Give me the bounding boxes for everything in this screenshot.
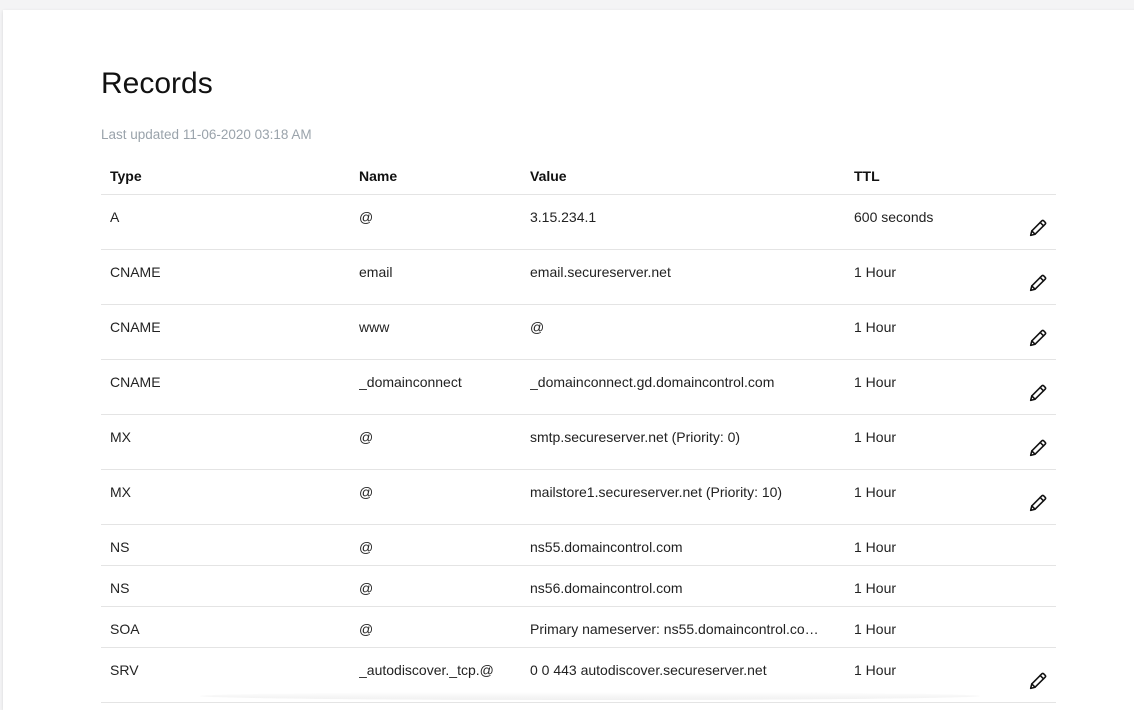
table-row: NS @ ns55.domaincontrol.com 1 Hour — [101, 525, 1056, 566]
record-type: NS — [110, 539, 130, 555]
record-ttl: 1 Hour — [854, 319, 897, 335]
edit-record-button[interactable] — [1027, 492, 1049, 514]
pencil-icon — [1027, 437, 1049, 459]
edit-record-button[interactable] — [1027, 217, 1049, 239]
record-value: Primary nameserver: ns55.domaincontrol.c… — [530, 621, 819, 637]
table-row: MX @ smtp.secureserver.net (Priority: 0) 1 … — [101, 415, 1056, 470]
record-ttl: 1 Hour — [854, 429, 897, 445]
pencil-icon — [1027, 217, 1049, 239]
record-name: @ — [359, 484, 374, 500]
record-ttl: 600 seconds — [854, 209, 934, 225]
record-name: @ — [359, 539, 374, 555]
record-name: @ — [359, 209, 374, 225]
records-card: Records Last updated 11-06-2020 03:18 AM… — [3, 10, 1134, 710]
header-ttl: TTL — [854, 168, 880, 184]
record-type: SOA — [110, 621, 140, 637]
edit-record-button[interactable] — [1027, 670, 1049, 692]
record-name: www — [359, 319, 390, 335]
record-type: CNAME — [110, 374, 161, 390]
record-value: @ — [530, 319, 545, 335]
table-row: CNAME _domainconnect _domainconnect.gd.dom… — [101, 360, 1056, 415]
record-ttl: 1 Hour — [854, 662, 897, 678]
record-value: ns56.domaincontrol.com — [530, 580, 683, 596]
header-type: Type — [110, 168, 142, 184]
record-name: _autodiscover._tcp.@ — [359, 662, 494, 678]
record-ttl: 1 Hour — [854, 539, 897, 555]
pencil-icon — [1027, 272, 1049, 294]
table-row: SOA @ Primary nameserver: ns55.domaincontr… — [101, 607, 1056, 648]
pencil-icon — [1027, 670, 1049, 692]
edit-record-button[interactable] — [1027, 437, 1049, 459]
record-name: email — [359, 264, 393, 280]
table-row: CNAME www @1 Hour — [101, 305, 1056, 360]
table-row: A @3.15.234.1 600 seconds — [101, 195, 1056, 250]
record-type: CNAME — [110, 264, 161, 280]
header-name: Name — [359, 168, 398, 184]
table-row: MX @ mailstore1.secureserver.net (Priority… — [101, 470, 1056, 525]
header-value: Value — [530, 168, 567, 184]
record-type: MX — [110, 484, 131, 500]
record-ttl: 1 Hour — [854, 264, 897, 280]
last-updated-text: Last updated 11-06-2020 03:18 AM — [101, 127, 312, 142]
pencil-icon — [1027, 327, 1049, 349]
record-name: @ — [359, 580, 374, 596]
record-value: email.secureserver.net — [530, 264, 671, 280]
bottom-shadow — [200, 692, 980, 700]
table-body: A @3.15.234.1 600 seconds CNAME email email.… — [101, 195, 1056, 703]
record-type: A — [110, 209, 120, 225]
record-value: mailstore1.secureserver.net (Priority: 1… — [530, 484, 783, 500]
record-name: @ — [359, 621, 374, 637]
record-value: smtp.secureserver.net (Priority: 0) — [530, 429, 741, 445]
edit-record-button[interactable] — [1027, 382, 1049, 404]
edit-record-button[interactable] — [1027, 327, 1049, 349]
edit-record-button[interactable] — [1027, 272, 1049, 294]
record-ttl: 1 Hour — [854, 484, 897, 500]
records-table: Type Name Value TTL A @3.15.234.1 600 seco… — [101, 162, 1056, 703]
record-type: NS — [110, 580, 130, 596]
record-ttl: 1 Hour — [854, 580, 897, 596]
record-type: MX — [110, 429, 131, 445]
record-ttl: 1 Hour — [854, 374, 897, 390]
pencil-icon — [1027, 492, 1049, 514]
record-value: ns55.domaincontrol.com — [530, 539, 683, 555]
record-value: _domainconnect.gd.domaincontrol.com — [530, 374, 775, 390]
record-type: CNAME — [110, 319, 161, 335]
record-name: @ — [359, 429, 374, 445]
record-ttl: 1 Hour — [854, 621, 897, 637]
record-value: 0 0 443 autodiscover.secureserver.net — [530, 662, 767, 678]
record-type: SRV — [110, 662, 139, 678]
table-row: CNAME email email.secureserver.net 1 Hour — [101, 250, 1056, 305]
record-value: 3.15.234.1 — [530, 209, 597, 225]
page-title: Records — [101, 67, 213, 100]
table-row: NS @ ns56.domaincontrol.com 1 Hour — [101, 566, 1056, 607]
pencil-icon — [1027, 382, 1049, 404]
table-header: Type Name Value TTL — [101, 162, 1056, 195]
record-name: _domainconnect — [359, 374, 462, 390]
